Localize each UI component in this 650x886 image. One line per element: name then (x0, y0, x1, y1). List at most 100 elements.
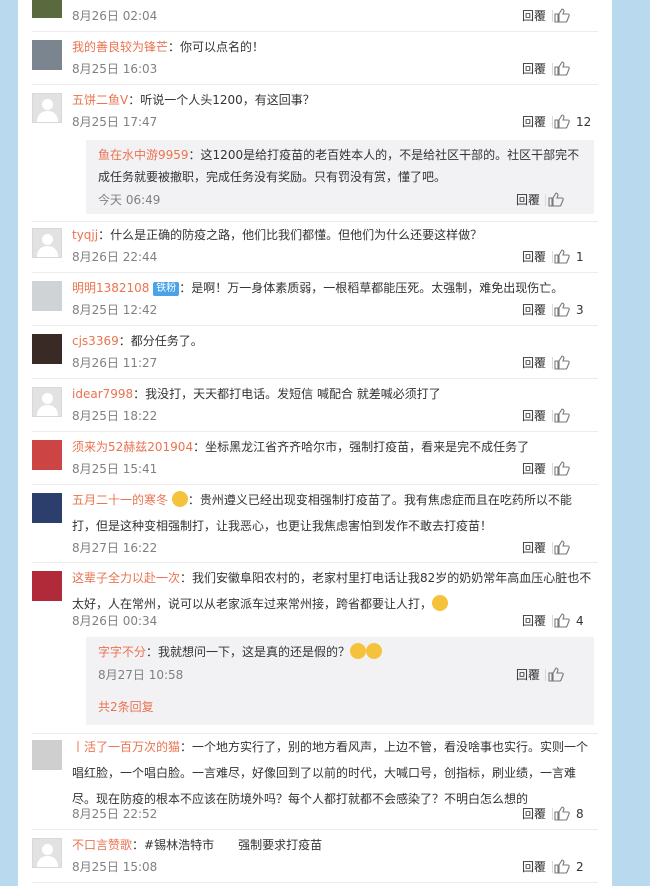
comment-time: 8月25日 18:22 (72, 409, 158, 423)
comment-time: 8月25日 15:08 (72, 860, 158, 874)
comment-username[interactable]: 丨活了一百万次的猫 (72, 740, 180, 754)
comment-content: ：是啊！万一身体素质弱，一根稻草都能压死。太强制，难免出现伤亡。 (179, 281, 564, 295)
reply-content: ：我就想问一下，这是真的还是假的？ (146, 645, 351, 659)
like-count: 8 (576, 807, 584, 821)
comment-username[interactable]: 五月二十一的寒冬 (72, 493, 168, 507)
thumbs-up-icon (554, 613, 570, 628)
reply-button[interactable]: 回覆 (522, 6, 546, 26)
reply-button[interactable]: 回覆 (522, 459, 546, 479)
comment-username[interactable]: tyqjj (72, 228, 98, 242)
thumbs-up-icon (554, 540, 570, 555)
divider (545, 669, 546, 681)
avatar[interactable] (32, 838, 62, 868)
reply-button[interactable]: 回覆 (522, 112, 546, 132)
like-button[interactable]: 8 (554, 804, 594, 824)
comment-username[interactable]: 我的善良较为锋芒 (72, 40, 168, 54)
divider (32, 378, 598, 379)
thumbs-up-icon (554, 249, 570, 264)
like-button[interactable]: 2 (554, 857, 594, 877)
comment-content: ：都分任务了。 (118, 334, 203, 348)
reply-button[interactable]: 回覆 (522, 611, 546, 631)
comment-content: ：什么是正确的防疫之路，他们比我们都懂。但他们为什么还要这样做？ (98, 228, 483, 242)
comment-username[interactable]: idear7998 (72, 387, 133, 401)
like-count: 1 (576, 250, 584, 264)
like-button[interactable]: 3 (554, 300, 594, 320)
thumbs-up-icon (554, 859, 570, 874)
comment-time: 8月25日 17:47 (72, 115, 158, 129)
comment-time: 8月25日 22:52 (72, 807, 158, 821)
avatar[interactable] (32, 493, 62, 523)
reply-time: 今天 06:49 (98, 193, 161, 207)
reply-button[interactable]: 回覆 (516, 665, 540, 685)
emoji-icon (350, 643, 367, 659)
avatar[interactable] (32, 228, 62, 258)
reply-button[interactable]: 回覆 (522, 857, 546, 877)
thumbs-up-icon (554, 355, 570, 370)
comment-time: 8月25日 16:03 (72, 62, 158, 76)
comment-item: 这辈子全力以赴一次：我们安徽阜阳农村的，老家村里打电话让我82岁的奶奶常年高血压… (32, 565, 598, 729)
comment-username[interactable]: 明明1382108 (72, 281, 149, 295)
like-button[interactable] (554, 59, 594, 79)
avatar[interactable] (32, 387, 62, 417)
thumbs-up-icon (554, 408, 570, 423)
reply-time: 8月27日 10:58 (98, 668, 184, 682)
comment-item: 五月二十一的寒冬 ：贵州遵义已经出现变相强制打疫苗了。我有焦虑症而且在吃药所以不… (32, 487, 598, 559)
divider (552, 463, 553, 475)
reply-username[interactable]: 字字不分 (98, 645, 146, 659)
reply-button[interactable]: 回覆 (522, 353, 546, 373)
like-button[interactable]: 12 (554, 112, 594, 132)
comment-username[interactable]: 这辈子全力以赴一次 (72, 571, 180, 585)
fan-badge: 铁粉 (153, 282, 180, 296)
emoji-icon (171, 491, 188, 507)
divider (32, 829, 598, 830)
like-button[interactable]: 1 (554, 247, 594, 267)
comment-username[interactable]: 五饼二鱼V (72, 93, 128, 107)
comments-panel: 8月26日 02:04 回覆 我的善良较为锋芒：你可以点名的！ 8月25日 16… (18, 0, 612, 886)
reply-button[interactable]: 回覆 (522, 406, 546, 426)
avatar[interactable] (32, 440, 62, 470)
divider (545, 194, 546, 206)
avatar[interactable] (32, 40, 62, 70)
avatar[interactable] (32, 571, 62, 601)
like-button[interactable] (554, 538, 594, 558)
divider (552, 808, 553, 820)
avatar[interactable] (32, 93, 62, 123)
like-button[interactable] (554, 6, 594, 26)
comment-username[interactable]: 不口言赞歌 (72, 838, 132, 852)
comment-time: 8月26日 22:44 (72, 250, 158, 264)
like-button[interactable] (554, 353, 594, 373)
comment-username[interactable]: cjs3369 (72, 334, 119, 348)
reply-button[interactable]: 回覆 (522, 538, 546, 558)
comment-item: 丨活了一百万次的猫：一个地方实行了，别的地方看风声，上边不管，看没啥事也实行。实… (32, 734, 598, 826)
avatar[interactable] (32, 334, 62, 364)
reply-button[interactable]: 回覆 (516, 190, 540, 210)
thumbs-up-icon (554, 806, 570, 821)
like-button[interactable] (554, 406, 594, 426)
divider (32, 272, 598, 273)
like-button[interactable] (548, 665, 584, 685)
comment-time: 8月25日 12:42 (72, 303, 158, 317)
like-button[interactable] (554, 459, 594, 479)
reply-username[interactable]: 鱼在水中游9959 (98, 148, 189, 162)
reply-button[interactable]: 回覆 (522, 804, 546, 824)
reply-button[interactable]: 回覆 (522, 247, 546, 267)
like-button[interactable]: 4 (554, 611, 594, 631)
divider (552, 615, 553, 627)
divider (32, 325, 598, 326)
comment-item: 8月26日 02:04 回覆 (32, 0, 598, 26)
comment-content: ：我没打，天天都打电话。发短信 喊配合 就差喊必须打了 (133, 387, 441, 401)
thumbs-up-icon (548, 192, 564, 207)
avatar[interactable] (32, 740, 62, 770)
divider (32, 31, 598, 32)
reply-button[interactable]: 回覆 (522, 300, 546, 320)
like-button[interactable] (548, 190, 584, 210)
avatar[interactable] (32, 281, 62, 311)
comment-content: ：坐标黑龙江省齐齐哈尔市，强制打疫苗，看来是完不成任务了 (193, 440, 530, 454)
avatar[interactable] (32, 0, 62, 18)
divider (552, 861, 553, 873)
more-replies-link[interactable]: 共2条回复 (98, 697, 154, 717)
thumbs-up-icon (554, 8, 570, 23)
reply-button[interactable]: 回覆 (522, 59, 546, 79)
comment-username[interactable]: 须来为52赫兹201904 (72, 440, 193, 454)
like-count: 3 (576, 303, 584, 317)
